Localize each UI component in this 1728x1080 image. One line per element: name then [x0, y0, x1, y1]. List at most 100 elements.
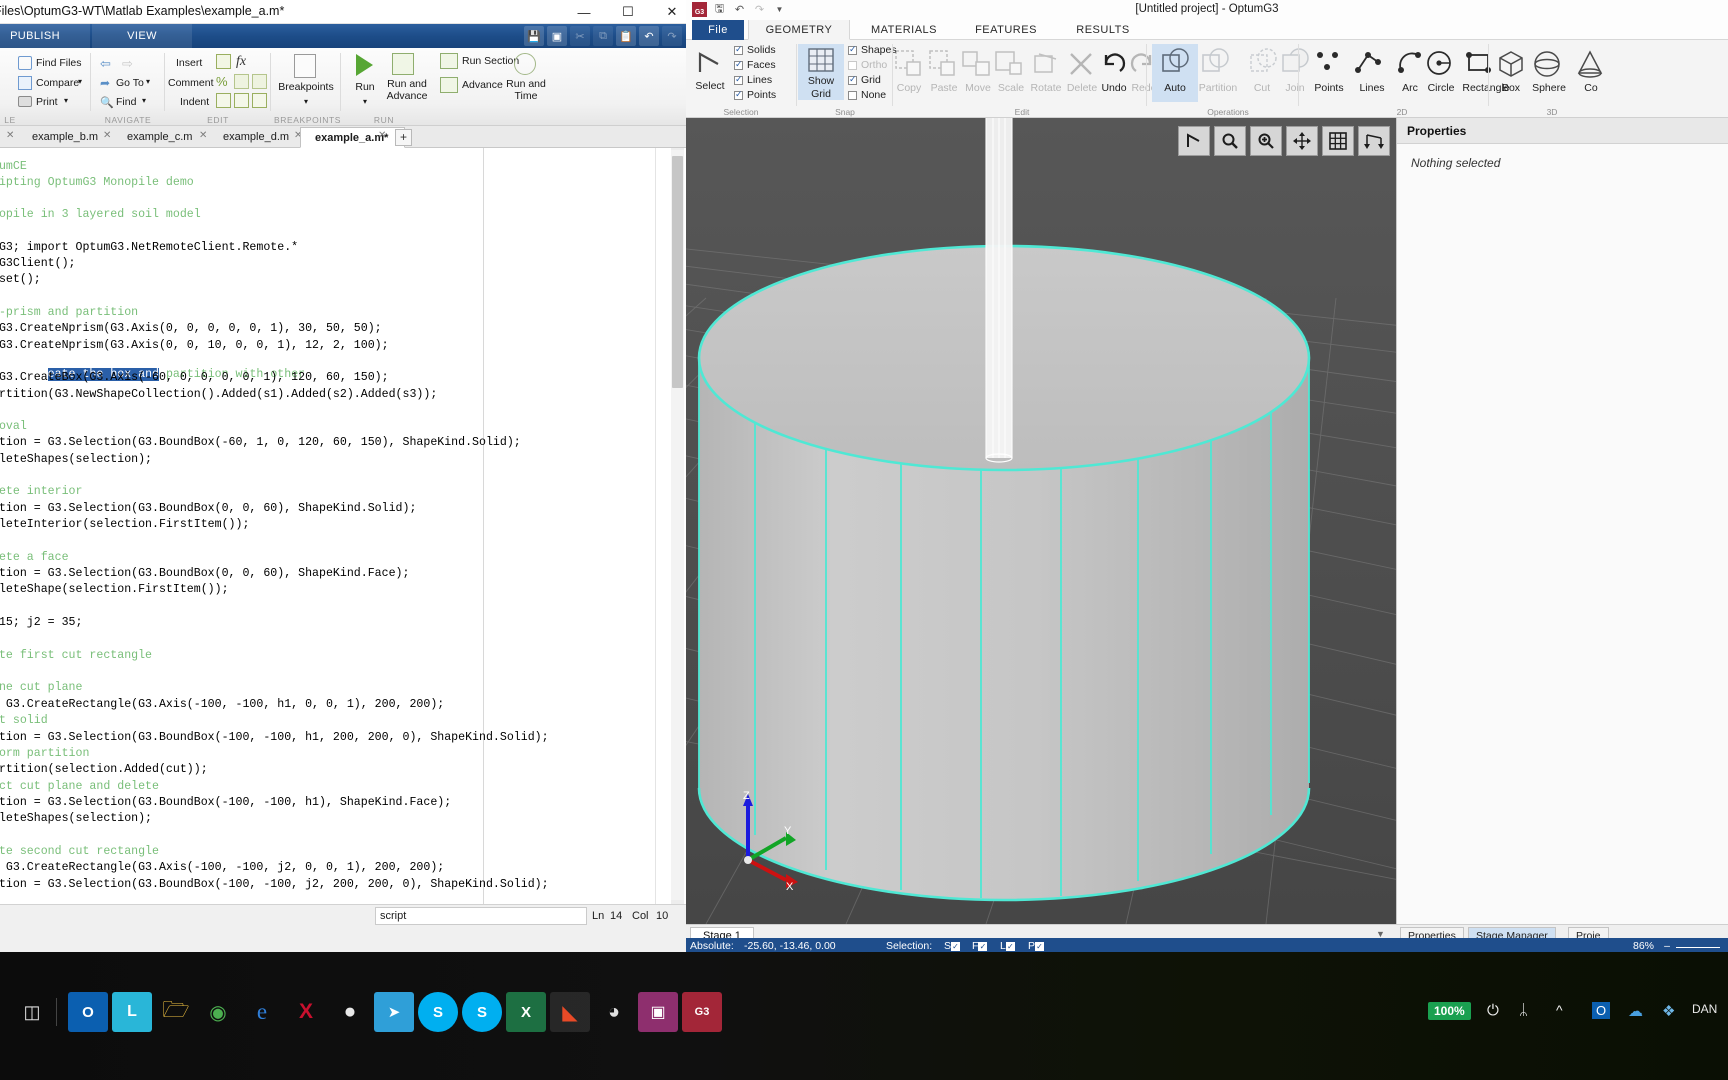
task-view-icon[interactable]: ◫	[12, 992, 52, 1032]
run-section-button[interactable]: Run Section	[462, 55, 519, 67]
checkbox-solids[interactable]	[734, 44, 743, 55]
close-button[interactable]: ✕	[650, 0, 686, 24]
indent-right-icon[interactable]	[234, 93, 249, 108]
editor-tab-example-d[interactable]: example_d.m	[209, 127, 305, 148]
battery-badge[interactable]: 100%	[1428, 1002, 1471, 1020]
camtasia-icon[interactable]: ▣	[638, 992, 678, 1032]
find-caret-icon[interactable]: ▾	[142, 96, 146, 105]
run-time-icon[interactable]	[514, 53, 536, 75]
edge-icon[interactable]: e	[242, 992, 282, 1032]
breakpoints-icon[interactable]	[294, 54, 316, 78]
tab-results[interactable]: RESULTS	[1058, 20, 1148, 40]
checkbox-shapes[interactable]	[848, 44, 857, 55]
maximize-button[interactable]: ☐	[606, 0, 650, 24]
cut-icon[interactable]: ✂	[570, 26, 590, 46]
satellite-icon[interactable]: ◕	[594, 992, 634, 1032]
goto-caret-icon[interactable]: ▾	[146, 77, 150, 86]
find-button[interactable]: Find	[116, 96, 136, 108]
3d-viewport[interactable]: Z Y X	[686, 118, 1396, 924]
excel-x-icon[interactable]: X	[286, 992, 326, 1032]
minimize-button[interactable]: —	[562, 0, 606, 24]
outlook-tray-icon[interactable]: O	[1592, 1002, 1611, 1019]
cone-button[interactable]: Co	[1572, 82, 1610, 94]
zoom-window-tool[interactable]	[1214, 126, 1246, 156]
compare-caret-icon[interactable]: ▾	[78, 77, 82, 86]
undo-icon[interactable]: ↶	[639, 26, 659, 46]
uncomment-icon[interactable]	[234, 74, 249, 89]
editor-scrollbar-thumb[interactable]	[672, 156, 683, 388]
indent-left-icon[interactable]	[252, 93, 267, 108]
onedrive-icon[interactable]: ☁	[1628, 1002, 1643, 1020]
skype-business-icon[interactable]: S	[418, 992, 458, 1032]
selection-p[interactable]: P✓	[1028, 940, 1045, 952]
selection-f[interactable]: F✓	[972, 940, 988, 952]
dropbox-icon[interactable]: ❖	[1662, 1002, 1675, 1020]
code-editor[interactable]: cumCE ripting OptumG3 Monopile demo nopi…	[0, 148, 686, 914]
tab-materials[interactable]: MATERIALS	[854, 20, 954, 40]
pan-tool[interactable]	[1286, 126, 1318, 156]
breakpoints-caret-icon[interactable]: ▾	[274, 96, 338, 108]
grid-tool[interactable]	[1322, 126, 1354, 156]
tab-view[interactable]: VIEW	[92, 24, 192, 48]
tab-close-icon[interactable]: ✕	[199, 130, 207, 141]
bluetooth-icon[interactable]: ᛦ	[1519, 1002, 1528, 1019]
comment-icon[interactable]: %	[216, 74, 228, 89]
save-icon[interactable]: 💾	[524, 26, 544, 46]
smart-indent-icon[interactable]	[216, 93, 231, 108]
run-advance-icon[interactable]	[392, 53, 414, 75]
new-tab-button[interactable]: +	[395, 129, 412, 146]
power-plug-icon[interactable]: ⏻	[1487, 1002, 1499, 1019]
tab-close-icon[interactable]: ✕	[6, 130, 14, 141]
pointer-tool[interactable]	[1178, 126, 1210, 156]
file-explorer-icon[interactable]: 🗁	[156, 992, 196, 1032]
run-section-icon[interactable]	[440, 53, 458, 69]
advance-icon[interactable]	[440, 77, 458, 93]
editor-tab-example-b[interactable]: example_b.m	[18, 127, 114, 148]
back-arrow-icon[interactable]: ⇦	[100, 56, 111, 72]
checkbox-faces[interactable]	[734, 59, 743, 70]
optumg3-icon[interactable]: G3	[682, 992, 722, 1032]
sphere-button[interactable]: Sphere	[1524, 82, 1574, 94]
run-icon[interactable]	[356, 54, 373, 76]
lines-button[interactable]: Lines	[1350, 82, 1394, 94]
outlook-icon[interactable]: O	[68, 992, 108, 1032]
zoom-out-button[interactable]: –	[1664, 940, 1670, 952]
editor-tab-example-c[interactable]: example_c.m	[113, 127, 208, 148]
checkbox-grid[interactable]	[848, 74, 857, 85]
show-hidden-icons[interactable]: ^	[1556, 1002, 1563, 1018]
selection-l[interactable]: L✓	[1000, 940, 1015, 952]
lastpass-icon[interactable]: L	[112, 992, 152, 1032]
selection-s[interactable]: S✓	[944, 940, 961, 952]
select-button[interactable]: Select	[686, 80, 734, 92]
wrap-comment-icon[interactable]	[252, 74, 267, 89]
redo-icon[interactable]: ↷	[662, 26, 682, 46]
tab-file[interactable]: File	[692, 20, 744, 40]
checkbox-lines[interactable]	[734, 74, 743, 85]
skype-icon[interactable]: S	[462, 992, 502, 1032]
user-label[interactable]: DAN	[1692, 1002, 1717, 1016]
tab-features[interactable]: FEATURES	[958, 20, 1054, 40]
pdf-icon[interactable]: ◣	[550, 992, 590, 1032]
copy-icon[interactable]: ⧉	[593, 26, 613, 46]
zoom-slider[interactable]	[1676, 947, 1720, 948]
insert-icon[interactable]	[216, 54, 231, 69]
excel-icon[interactable]: X	[506, 992, 546, 1032]
telegram-icon[interactable]: ➤	[374, 992, 414, 1032]
checkbox-none[interactable]	[848, 91, 857, 100]
zoom-extents-tool[interactable]	[1250, 126, 1282, 156]
function-icon[interactable]: fx	[236, 54, 246, 70]
chrome-icon[interactable]: ◉	[198, 992, 238, 1032]
checkbox-points[interactable]	[734, 89, 743, 100]
tab-geometry[interactable]: GEOMETRY	[748, 20, 850, 40]
editor-tab-example-a[interactable]: example_a.m*	[300, 127, 406, 148]
tab-close-icon[interactable]: ✕	[378, 130, 386, 141]
breakpoints-button[interactable]: Breakpoints	[274, 81, 338, 94]
print-caret-icon[interactable]: ▾	[64, 96, 68, 105]
paste-icon[interactable]: 📋	[616, 26, 636, 46]
goto-button[interactable]: Go To	[116, 77, 144, 89]
print-button[interactable]: Print	[36, 96, 58, 108]
run-and-time-button[interactable]: Run and Time	[496, 78, 556, 102]
run-and-advance-button[interactable]: Run and Advance	[380, 78, 434, 102]
dimension-tool[interactable]	[1358, 126, 1390, 156]
find-files-button[interactable]: Find Files	[36, 57, 82, 69]
